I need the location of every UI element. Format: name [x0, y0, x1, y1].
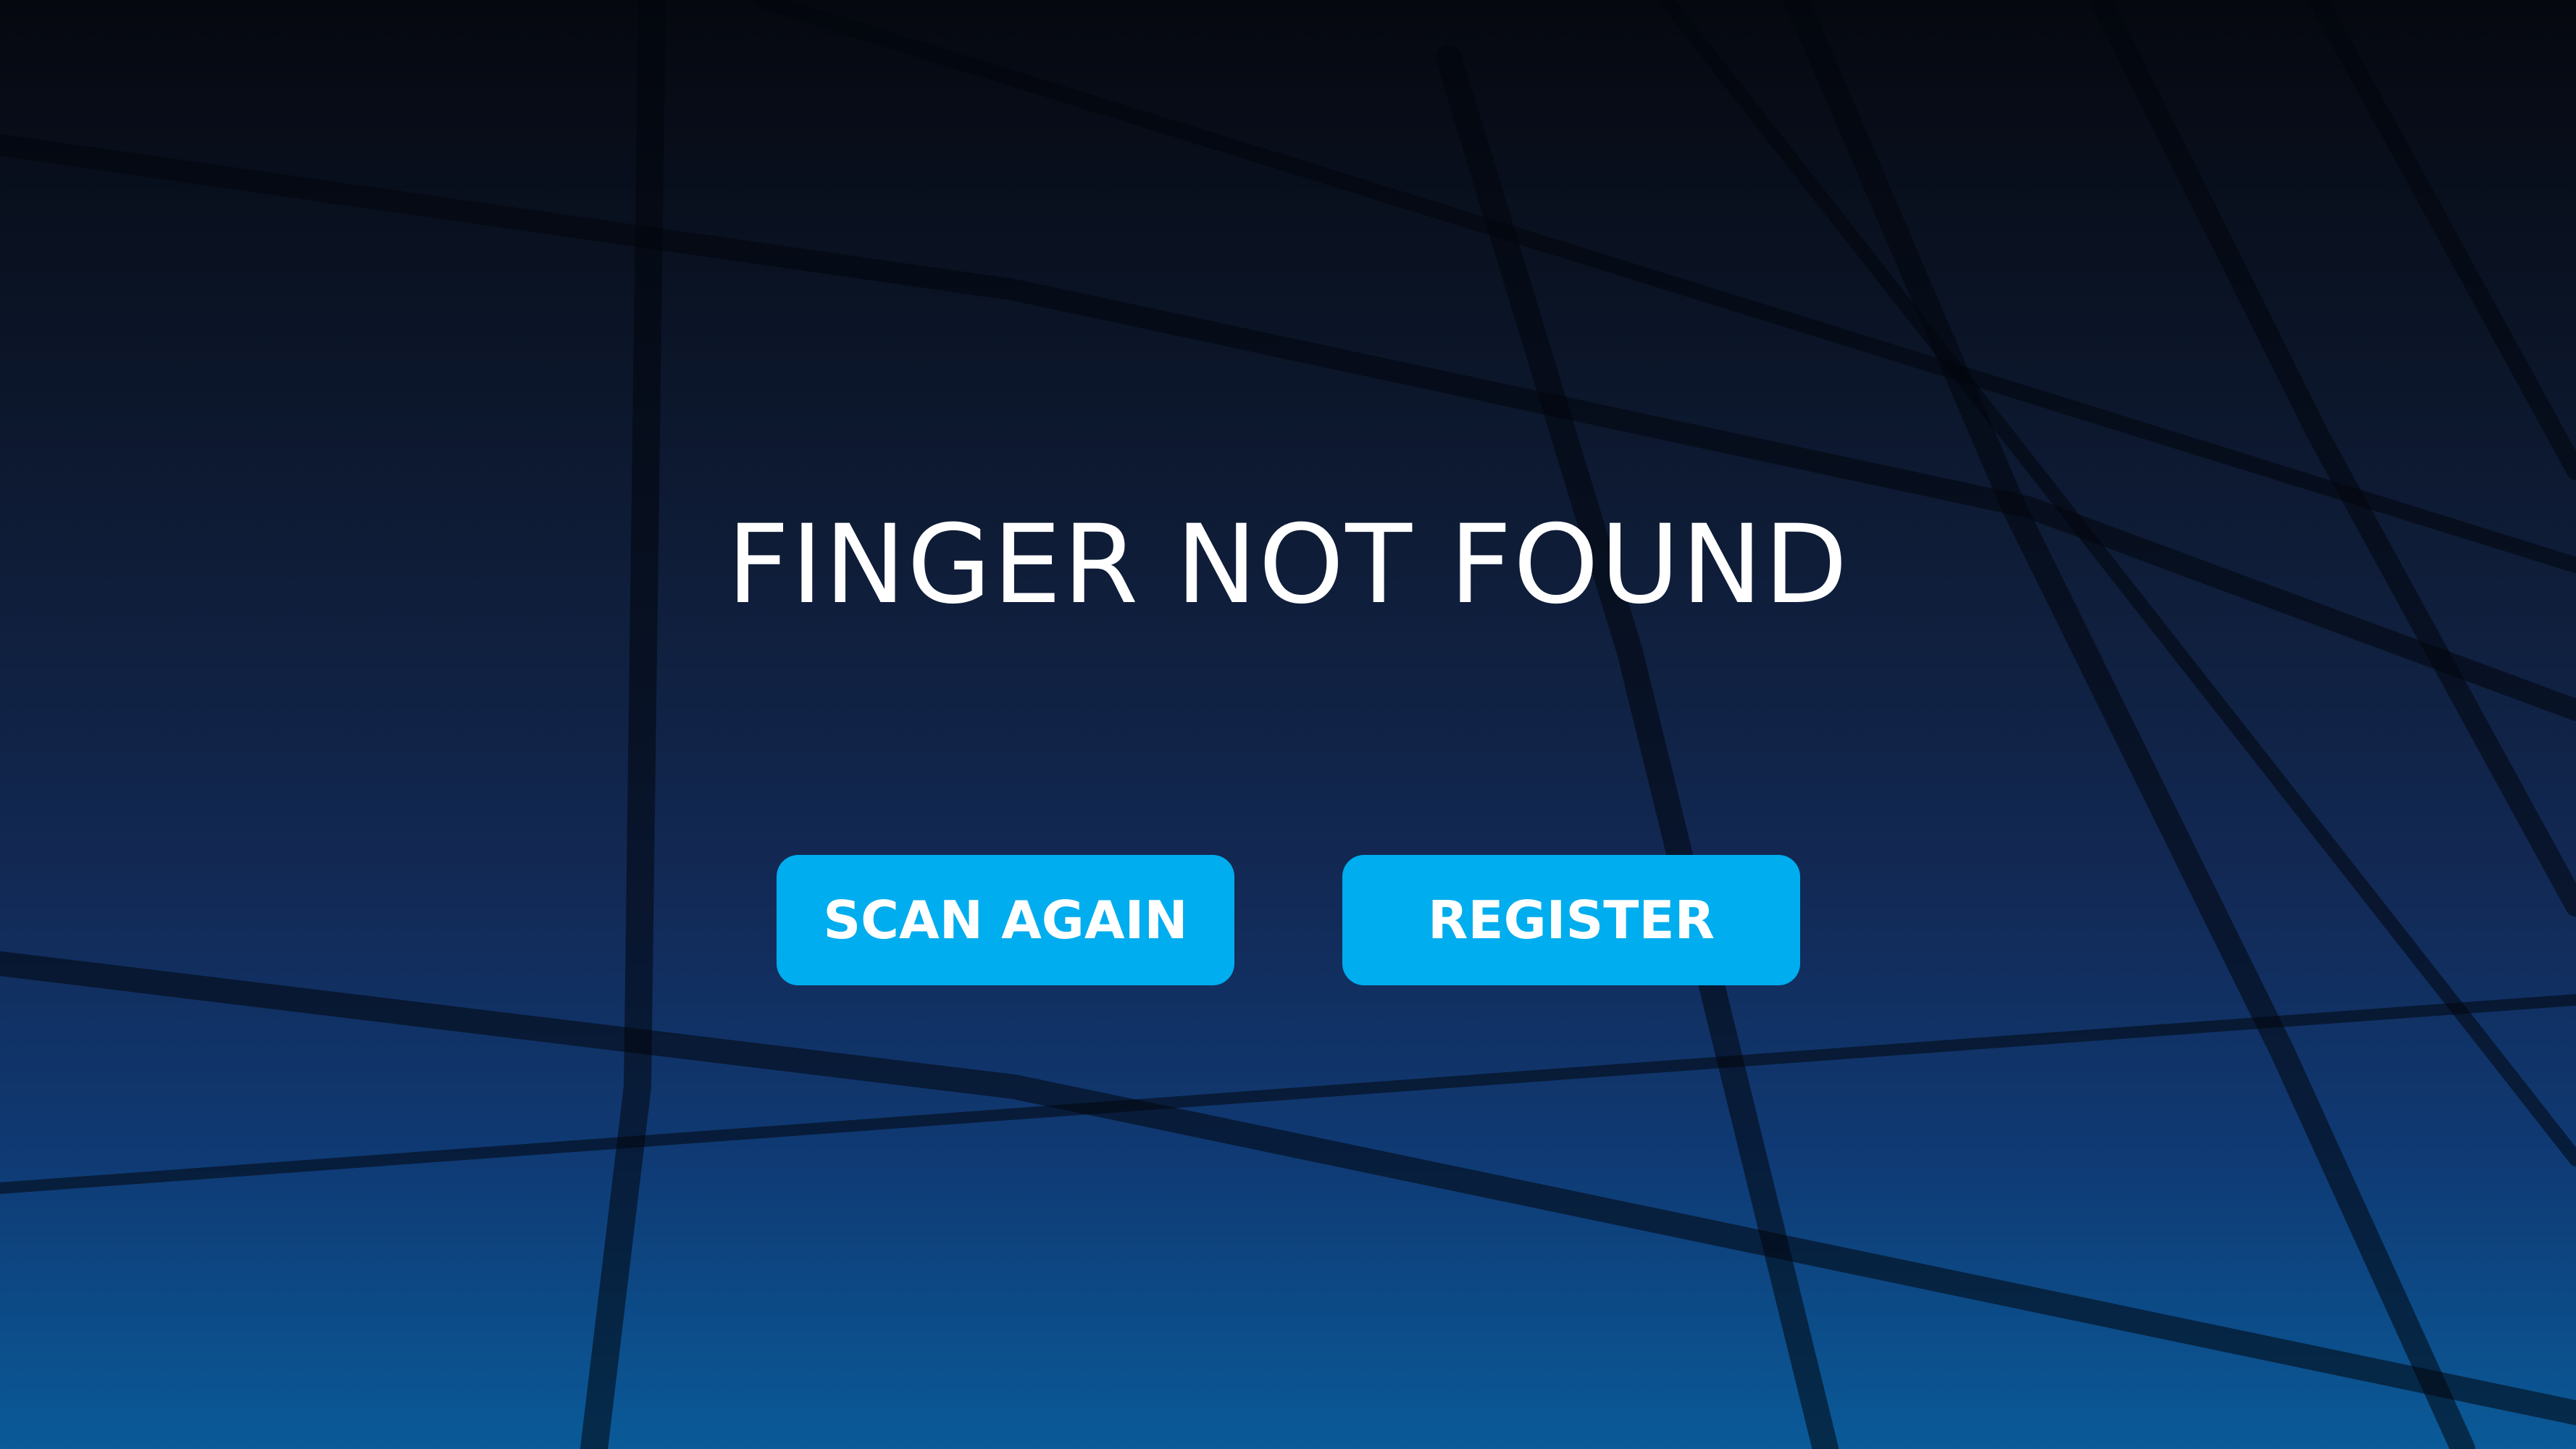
register-button[interactable]: REGISTER	[1342, 855, 1800, 985]
background-structure-lines	[0, 0, 2576, 1449]
page-title: FINGER NOT FOUND	[727, 502, 1849, 628]
scan-again-button[interactable]: SCAN AGAIN	[777, 855, 1234, 985]
